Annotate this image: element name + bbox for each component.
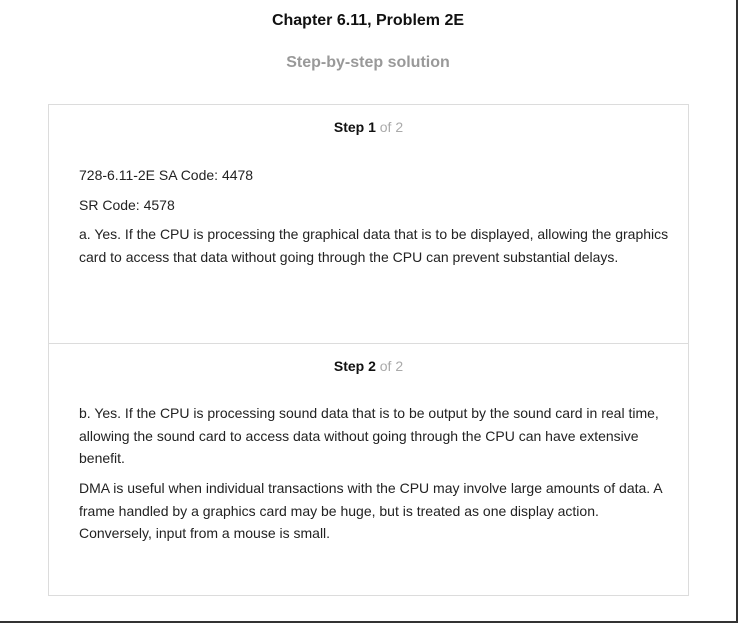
step-2-section: Step 2 of 2 b. Yes. If the CPU is proces… [49,343,688,596]
step-1-count: of 2 [379,119,404,135]
step-2-paragraph-2: DMA is useful when individual transactio… [79,480,662,541]
step-1-paragraph-1: 728-6.11-2E SA Code: 4478 [79,167,254,183]
page-title: Chapter 6.11, Problem 2E [271,12,465,29]
step-1-label: Step 1 [333,119,376,135]
step-2-header: Step 2 of 2 [49,358,688,374]
step-2-paragraph-1: b. Yes. If the CPU is processing sound d… [79,405,659,466]
solution-subtitle: Step-by-step solution [286,54,450,71]
solution-card: Step 1 of 2 728-6.11-2E SA Code: 4478 SR… [48,104,689,596]
step-1-header: Step 1 of 2 [49,119,688,135]
step-2-label: Step 2 [333,358,376,374]
step-2-count: of 2 [379,358,404,374]
step-1-section: Step 1 of 2 728-6.11-2E SA Code: 4478 SR… [49,105,688,343]
step-1-paragraph-3: a. Yes. If the CPU is processing the gra… [79,226,669,265]
step-1-paragraph-2: SR Code: 4578 [79,197,175,213]
